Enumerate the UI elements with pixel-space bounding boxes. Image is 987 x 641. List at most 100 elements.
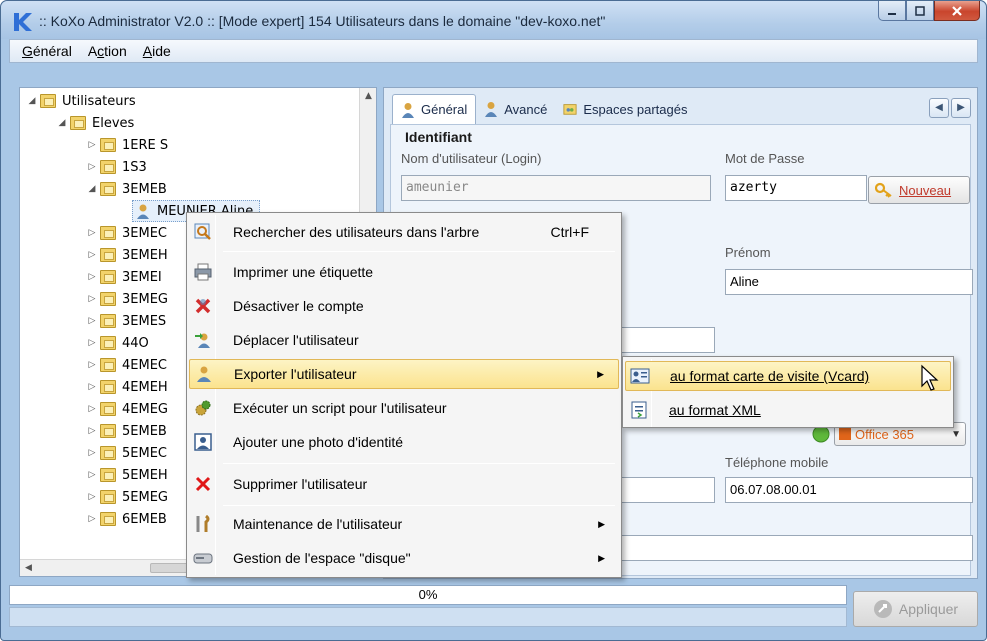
menu-item-desactiver[interactable]: Désactiver le compte xyxy=(189,291,619,321)
tree-node[interactable]: ▷ 5EMEH xyxy=(86,464,168,486)
login-field[interactable]: ameunier xyxy=(401,175,711,201)
tree-node[interactable]: ◢ 3EMEB xyxy=(86,178,167,200)
menu-item-rechercher[interactable]: Rechercher des utilisateurs dans l'arbre… xyxy=(189,217,619,247)
tab-general[interactable]: Général xyxy=(392,94,477,124)
tree-node[interactable]: ▷ 1S3 xyxy=(86,156,147,178)
expand-arrow-icon[interactable]: ▷ xyxy=(86,492,98,502)
scroll-left-icon[interactable]: ◀ xyxy=(20,560,37,577)
menu-item-label: Désactiver le compte xyxy=(233,298,364,314)
tree-node-label: 3EMEB xyxy=(122,181,167,197)
tools-icon xyxy=(196,515,210,532)
new-password-button[interactable]: Nouveau xyxy=(868,176,970,204)
menu-item-deplacer[interactable]: Déplacer l'utilisateur xyxy=(189,325,619,355)
tree-node[interactable]: ▷ 44O xyxy=(86,332,149,354)
minimize-icon xyxy=(888,12,896,15)
expand-arrow-icon[interactable]: ▷ xyxy=(86,470,98,480)
menu-action[interactable]: Action xyxy=(80,43,135,59)
mobile-label: Téléphone mobile xyxy=(725,455,829,470)
tree-node-eleves[interactable]: ◢ Eleves xyxy=(56,112,135,134)
minimize-button[interactable] xyxy=(878,1,906,21)
expand-arrow-icon[interactable]: ▷ xyxy=(86,140,98,150)
password-field[interactable]: azerty xyxy=(725,175,867,201)
menu-item-imprimer[interactable]: Imprimer une étiquette xyxy=(189,257,619,287)
menu-bar: Général Action Aide xyxy=(9,39,978,63)
tree-node[interactable]: ▷ 3EMEC xyxy=(86,222,167,244)
office-label: Office 365 xyxy=(855,426,915,442)
tab-espaces-partages[interactable]: Espaces partagés xyxy=(555,96,695,122)
tree-node-label: 5EMEG xyxy=(122,489,168,505)
expand-arrow-icon[interactable]: ▷ xyxy=(86,338,98,348)
prev-tab-icon[interactable]: ◀ xyxy=(929,98,949,118)
progress-text: 0% xyxy=(418,587,438,602)
tree-node[interactable]: ▷ 5EMEG xyxy=(86,486,168,508)
tree-node[interactable]: ▷ 4EMEH xyxy=(86,376,168,398)
collapse-arrow-icon[interactable]: ◢ xyxy=(26,96,38,106)
tree-node-root[interactable]: ◢ Utilisateurs xyxy=(26,90,136,112)
expand-arrow-icon[interactable]: ▷ xyxy=(86,514,98,524)
move-user-icon xyxy=(195,333,210,348)
menu-item-xml[interactable]: au format XML xyxy=(625,395,951,425)
mobile-field[interactable]: 06.07.08.00.01 xyxy=(725,477,973,503)
expand-arrow-icon[interactable]: ▷ xyxy=(86,250,98,260)
menu-item-ajouter-photo[interactable]: Ajouter une photo d'identité xyxy=(189,427,619,457)
photo-id-icon xyxy=(194,433,212,451)
expand-arrow-icon[interactable]: ▷ xyxy=(86,228,98,238)
expand-arrow-icon[interactable]: ▷ xyxy=(86,162,98,172)
expand-arrow-icon[interactable]: ▷ xyxy=(86,404,98,414)
tree-node-label: 1S3 xyxy=(122,159,147,175)
tree-node-label: 4EMEC xyxy=(122,357,167,373)
menu-separator xyxy=(223,463,615,464)
mouse-cursor-icon xyxy=(921,364,939,391)
menu-action-pre: A xyxy=(87,43,98,59)
tree-node-label: 44O xyxy=(122,335,149,351)
tree-node[interactable]: ▷ 5EMEC xyxy=(86,442,167,464)
next-tab-icon[interactable]: ▶ xyxy=(951,98,971,118)
close-icon xyxy=(952,5,962,16)
tree-node[interactable]: ▷ 3EMES xyxy=(86,310,167,332)
apply-button[interactable]: Appliquer xyxy=(853,591,978,627)
menu-item-label: au format XML xyxy=(669,402,761,418)
title-bar[interactable]: :: KoXo Administrator V2.0 :: [Mode expe… xyxy=(1,1,986,39)
folder-icon xyxy=(100,468,116,482)
export-user-icon xyxy=(197,366,211,382)
prenom-field[interactable]: Aline xyxy=(725,269,973,295)
scroll-up-icon[interactable]: ▲ xyxy=(360,88,377,105)
tree-node[interactable]: ▷ 4EMEC xyxy=(86,354,167,376)
menu-item-maintenance[interactable]: Maintenance de l'utilisateur ▶ xyxy=(189,509,619,539)
tree-node-label: 4EMEG xyxy=(122,401,168,417)
collapse-arrow-icon[interactable]: ◢ xyxy=(86,184,98,194)
expand-arrow-icon[interactable]: ▷ xyxy=(86,360,98,370)
tree-node[interactable]: ▷ 3EMEI xyxy=(86,266,162,288)
expand-arrow-icon[interactable]: ▷ xyxy=(86,272,98,282)
folder-icon xyxy=(100,424,116,438)
context-menu: Rechercher des utilisateurs dans l'arbre… xyxy=(186,212,622,578)
folder-icon xyxy=(100,292,116,306)
maximize-button[interactable] xyxy=(906,1,934,21)
menu-item-supprimer[interactable]: Supprimer l'utilisateur xyxy=(189,469,619,499)
close-button[interactable] xyxy=(934,1,980,21)
expand-arrow-icon[interactable]: ▷ xyxy=(86,382,98,392)
menu-item-gestion-disque[interactable]: Gestion de l'espace "disque" ▶ xyxy=(189,543,619,573)
tree-node[interactable]: ▷ 4EMEG xyxy=(86,398,168,420)
tree-node[interactable]: ▷ 6EMEB xyxy=(86,508,167,530)
menu-general-post: énéral xyxy=(32,43,72,59)
menu-aide[interactable]: Aide xyxy=(135,43,179,59)
tree-node[interactable]: ▷ 3EMEH xyxy=(86,244,168,266)
menu-item-exporter[interactable]: Exporter l'utilisateur ▶ xyxy=(189,359,619,389)
tree-node[interactable]: ▷ 5EMEB xyxy=(86,420,167,442)
tree-node[interactable]: ▷ 3EMEG xyxy=(86,288,168,310)
menu-item-executer-script[interactable]: Exécuter un script pour l'utilisateur xyxy=(189,393,619,423)
menu-separator xyxy=(223,251,615,252)
tab-avance[interactable]: Avancé xyxy=(476,96,555,122)
tab-bar: Général Avancé Espaces partagés xyxy=(392,94,695,124)
collapse-arrow-icon[interactable]: ◢ xyxy=(56,118,68,128)
menu-item-vcard[interactable]: au format carte de visite (Vcard) xyxy=(625,361,951,391)
expand-arrow-icon[interactable]: ▷ xyxy=(86,316,98,326)
expand-arrow-icon[interactable]: ▷ xyxy=(86,294,98,304)
login-label: Nom d'utilisateur (Login) xyxy=(401,151,542,166)
menu-general[interactable]: Général xyxy=(14,43,80,59)
expand-arrow-icon[interactable]: ▷ xyxy=(86,448,98,458)
expand-arrow-icon[interactable]: ▷ xyxy=(86,426,98,436)
tree-node[interactable]: ▷ 1ERE S xyxy=(86,134,169,156)
folder-icon xyxy=(40,94,56,108)
